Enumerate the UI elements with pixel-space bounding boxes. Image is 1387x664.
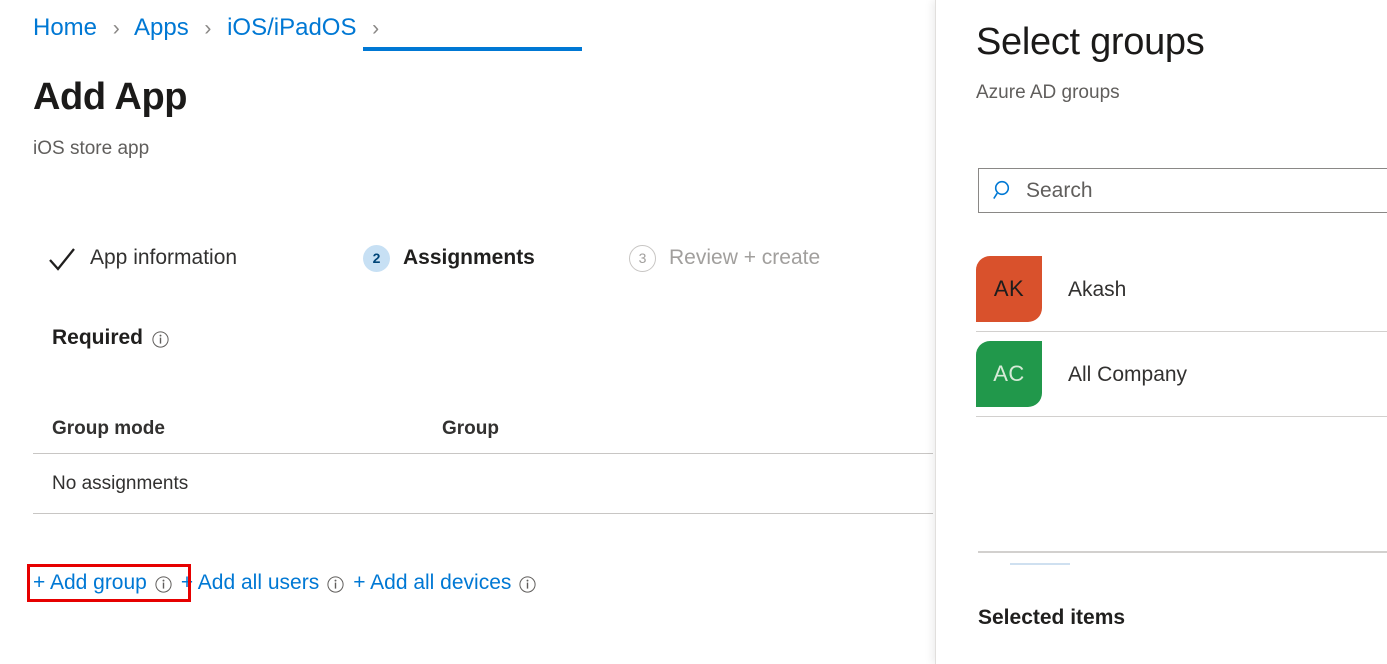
panel-subtitle: Azure AD groups (976, 80, 1120, 106)
add-all-users-link[interactable]: + Add all users (181, 569, 319, 597)
page-title: Add App (33, 74, 187, 120)
page-subtitle: iOS store app (33, 136, 149, 162)
add-app-pane: Home › Apps › iOS/iPadOS › Add App iOS s… (0, 0, 935, 664)
info-icon[interactable] (519, 576, 536, 593)
tab-label: App information (90, 245, 237, 271)
panel-title: Select groups (976, 18, 1204, 66)
tab-label: Assignments (403, 245, 535, 271)
panel-divider (978, 551, 1387, 553)
no-assignments-cell: No assignments (52, 473, 188, 495)
info-icon[interactable] (152, 330, 169, 347)
tab-assignments[interactable]: 2 Assignments (363, 238, 535, 278)
add-group-link[interactable]: + Add group (33, 569, 147, 597)
avatar: AC (976, 341, 1042, 407)
checkmark-icon (47, 243, 77, 273)
info-icon[interactable] (327, 576, 344, 593)
step-number-badge: 3 (629, 245, 656, 272)
tab-app-information[interactable]: App information (47, 238, 237, 278)
tab-label: Review + create (669, 245, 820, 271)
column-header-group-mode: Group mode (52, 418, 442, 440)
breadcrumb-item-home[interactable]: Home (33, 14, 97, 41)
select-groups-panel: Select groups Azure AD groups Search AK … (935, 0, 1387, 664)
tab-review-create[interactable]: 3 Review + create (629, 238, 820, 278)
avatar: AK (976, 256, 1042, 322)
add-all-devices-link[interactable]: + Add all devices (353, 569, 511, 597)
table-row: No assignments (33, 453, 933, 514)
breadcrumb-item-ios-ipados[interactable]: iOS/iPadOS (227, 14, 356, 41)
table-header-row: Group mode Group (33, 405, 933, 453)
panel-partial-rule (1010, 563, 1070, 565)
breadcrumb-item-apps[interactable]: Apps (134, 14, 189, 41)
assignment-actions: + Add group + Add all users + Add all de… (33, 569, 545, 597)
step-number-badge: 2 (363, 245, 390, 272)
list-item-label: Akash (1068, 276, 1126, 303)
active-tab-underline (363, 47, 582, 51)
required-section-heading: Required (52, 326, 169, 350)
breadcrumb: Home › Apps › iOS/iPadOS › (33, 13, 388, 44)
app-screen: Home › Apps › iOS/iPadOS › Add App iOS s… (0, 0, 1387, 664)
list-item[interactable]: AC All Company (976, 332, 1387, 417)
search-input[interactable]: Search (978, 168, 1387, 213)
breadcrumb-separator-icon: › (204, 17, 211, 40)
required-label: Required (52, 326, 143, 350)
breadcrumb-separator-icon: › (372, 17, 379, 40)
search-icon (992, 179, 1016, 203)
list-item-label: All Company (1068, 361, 1187, 388)
column-header-group: Group (442, 418, 499, 440)
info-icon[interactable] (155, 576, 172, 593)
list-item[interactable]: AK Akash (976, 247, 1387, 332)
search-placeholder: Search (1026, 178, 1093, 204)
breadcrumb-separator-icon: › (113, 17, 120, 40)
selected-items-heading: Selected items (978, 604, 1125, 632)
assignments-table: Group mode Group No assignments (33, 405, 933, 514)
groups-list: AK Akash AC All Company (976, 247, 1387, 417)
